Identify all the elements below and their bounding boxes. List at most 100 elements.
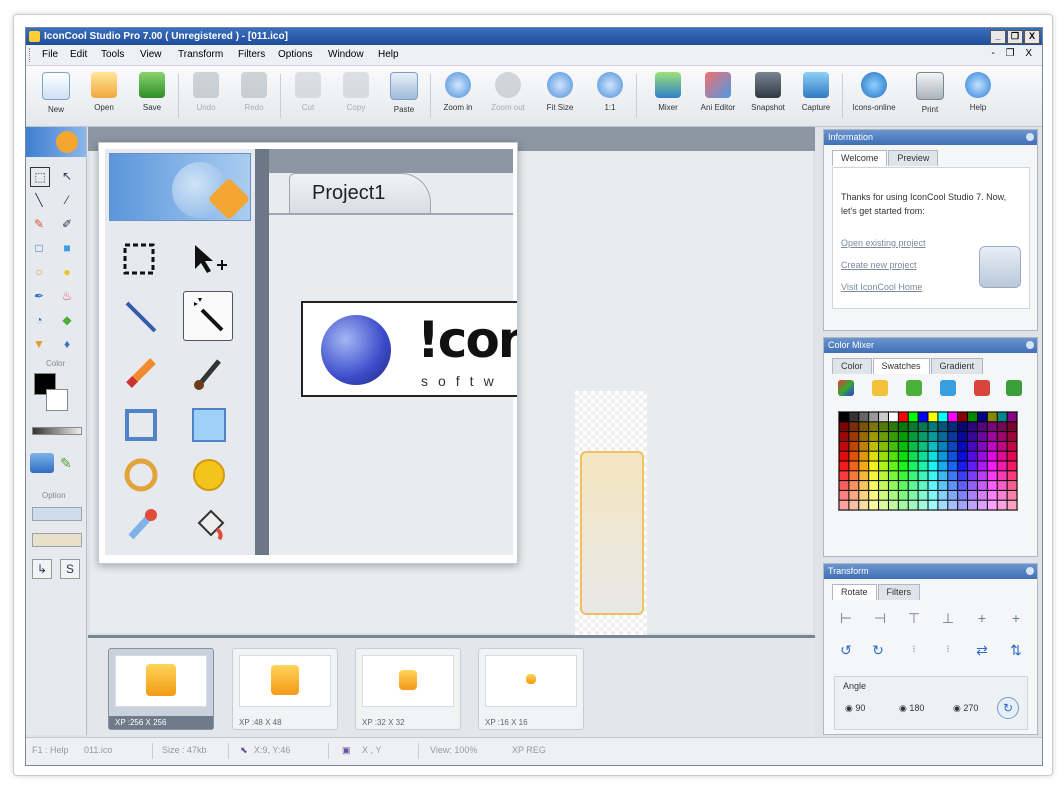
palette-swatch[interactable] [1007,461,1017,471]
palette-swatch[interactable] [938,471,948,481]
flip-horizontal-icon[interactable]: ⇄ [972,640,992,660]
palette-swatch[interactable] [938,441,948,451]
palette-swatch[interactable] [997,471,1007,481]
palette-swatch[interactable] [879,490,888,500]
palette-swatch[interactable] [898,441,908,451]
snapshot-button[interactable]: Snapshot [744,72,792,112]
rotate-left-icon[interactable]: ↺ [836,640,856,660]
palette-swatch[interactable] [898,432,908,441]
palette-swatch[interactable] [849,432,859,441]
pencil-tool[interactable]: ✎ [30,215,48,233]
palette-swatch[interactable] [879,461,888,471]
eyedropper-tool[interactable]: ✒ [30,287,48,305]
palette-swatch[interactable] [898,461,908,471]
menu-window[interactable]: Window [328,49,364,60]
mdi-controls[interactable]: - ❐ X [991,48,1036,59]
filled-ellipse-tool[interactable]: ● [58,263,76,281]
palette-swatch[interactable] [869,490,879,500]
palette-swatch[interactable] [928,490,938,500]
image-tool-icon[interactable] [30,453,54,473]
palette-swatch[interactable] [879,500,888,510]
palette-swatch[interactable] [968,451,977,461]
palette-swatch[interactable] [908,422,918,432]
palette-swatch[interactable] [997,412,1007,422]
create-new-project-link[interactable]: Create new project [841,260,917,270]
palette-swatch[interactable] [869,432,879,441]
palette-swatch[interactable] [859,471,869,481]
brush-tool[interactable]: ✐ [58,215,76,233]
marquee-select-tool[interactable]: ⬚ [30,167,50,187]
palette-swatch[interactable] [997,461,1007,471]
pin-tool[interactable]: ♦ [58,335,76,353]
palette-swatch[interactable] [839,432,849,441]
collapse-icon[interactable] [1026,567,1034,575]
palette-swatch[interactable] [839,451,849,461]
palette-swatch[interactable] [987,500,997,510]
palette-swatch[interactable] [977,451,987,461]
tab-preview[interactable]: Preview [888,150,939,166]
palette-swatch[interactable] [888,412,898,422]
capture-button[interactable]: Capture [792,72,840,112]
tab-welcome[interactable]: Welcome [832,150,888,166]
menu-filters[interactable]: Filters [238,49,265,60]
palette-swatch[interactable] [898,490,908,500]
palette-swatch[interactable] [918,471,928,481]
magic-wand-tool[interactable]: ⁄ [58,191,76,209]
palette-swatch[interactable] [849,471,859,481]
palette-swatch[interactable] [908,432,918,441]
palette-swatch[interactable] [1007,500,1017,510]
palette-swatch[interactable] [898,481,908,490]
shape-option-select[interactable] [32,507,82,521]
palette-swatch[interactable] [928,451,938,461]
palette-swatch[interactable] [958,451,968,461]
menu-edit[interactable]: Edit [70,49,87,60]
palette-swatch[interactable] [1007,422,1017,432]
palette-swatch[interactable] [869,412,879,422]
tab-color[interactable]: Color [832,358,872,374]
palette-swatch[interactable] [918,500,928,510]
palette-swatch[interactable] [849,422,859,432]
transform-header[interactable]: Transform [824,564,1037,579]
tab-swatches[interactable]: Swatches [872,358,930,374]
palette-swatch[interactable] [938,451,948,461]
apply-rotate-icon[interactable]: ↻ [997,697,1019,719]
load-swatch-icon[interactable] [872,380,888,396]
palette-swatch[interactable] [1007,441,1017,451]
palette-swatch[interactable] [968,471,977,481]
palette-swatch[interactable] [987,441,997,451]
background-color-swatch[interactable] [46,389,68,411]
actual-size-button[interactable]: 1:1 [586,72,634,112]
palette-swatch[interactable] [987,451,997,461]
palette-swatch[interactable] [908,461,918,471]
align-right-icon[interactable]: ⊣ [870,608,890,628]
palette-swatch[interactable] [918,481,928,490]
palette-swatch[interactable] [908,451,918,461]
palette-swatch[interactable] [938,481,948,490]
palette-swatch[interactable] [918,451,928,461]
format-thumb-48[interactable]: XP :48 X 48 [232,648,338,730]
palette-swatch[interactable] [918,461,928,471]
filled-rectangle-tool[interactable]: ■ [58,239,76,257]
palette-swatch[interactable] [968,432,977,441]
zoom-out-button[interactable]: Zoom out [484,72,532,112]
palette-swatch[interactable] [958,481,968,490]
palette-swatch[interactable] [968,481,977,490]
angle-180-option[interactable]: ◉ 180 [899,703,924,714]
close-button[interactable]: X [1024,30,1040,44]
palette-swatch[interactable] [849,500,859,510]
palette-swatch[interactable] [968,441,977,451]
minimize-button[interactable]: _ [990,30,1006,44]
palette-swatch[interactable] [918,422,928,432]
palette-swatch[interactable] [839,500,849,510]
zoom-in-button[interactable]: Zoom in [434,72,482,112]
palette-swatch[interactable] [869,471,879,481]
menu-tools[interactable]: Tools [101,49,124,60]
palette-swatch[interactable] [977,422,987,432]
palette-swatch[interactable] [849,412,859,422]
palette-swatch[interactable] [997,432,1007,441]
palette-swatch[interactable] [928,471,938,481]
palette-swatch[interactable] [869,422,879,432]
color-mixer-header[interactable]: Color Mixer [824,338,1037,353]
palette-swatch[interactable] [908,441,918,451]
random-colors-icon[interactable] [838,380,854,396]
